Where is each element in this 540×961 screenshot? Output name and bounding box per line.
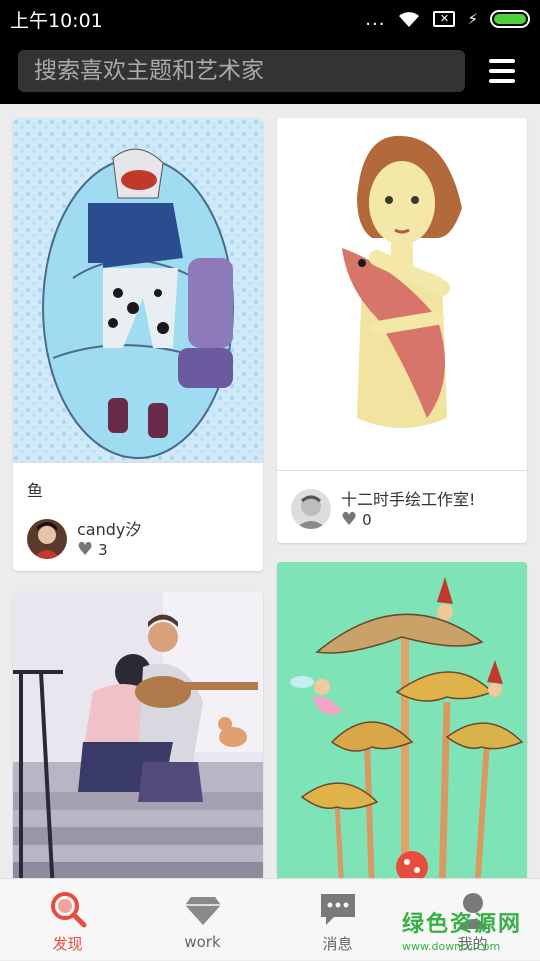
bottom-tab-bar: 发现 work 消息 我的 (0, 878, 540, 960)
search-icon (50, 892, 86, 928)
heart-icon[interactable]: ♥ (341, 511, 357, 529)
tab-label: 发现 (52, 935, 83, 953)
heart-icon[interactable]: ♥ (77, 541, 93, 559)
author-row[interactable]: 十二时手绘工作室! ♥ 0 (291, 489, 513, 529)
battery-icon (490, 10, 530, 28)
artwork-image-fairy-mushrooms[interactable] (277, 562, 527, 878)
likes-count-row[interactable]: ♥ 0 (341, 511, 475, 530)
artwork-image-girl-fish[interactable] (277, 118, 527, 470)
status-icons: ... ✕ ⚡ (365, 9, 530, 30)
wifi-icon (399, 12, 420, 27)
tab-label: 我的 (457, 935, 488, 953)
no-sim-icon: ✕ (433, 11, 456, 27)
artwork-title: 鱼 (27, 481, 44, 500)
diamond-icon (184, 897, 221, 925)
menu-icon[interactable] (486, 55, 518, 87)
artwork-card[interactable] (13, 592, 263, 878)
more-dots-icon: ... (365, 8, 386, 30)
artwork-card[interactable] (277, 562, 527, 878)
artwork-image-fish-boy[interactable] (13, 118, 263, 462)
charging-icon: ⚡ (467, 10, 478, 28)
tab-work[interactable]: work (135, 879, 270, 961)
author-name[interactable]: 十二时手绘工作室! (341, 489, 475, 511)
artwork-card[interactable]: 鱼 candy汐 ♥ 3 (13, 118, 263, 571)
status-time: 上午10:01 (10, 9, 103, 32)
search-input[interactable]: 搜索喜欢主题和艺术家 (18, 50, 465, 92)
artwork-feed[interactable]: 鱼 candy汐 ♥ 3 十二时手绘工作室! ♥ 0 (0, 104, 540, 878)
likes-count-row[interactable]: ♥ 3 (77, 541, 141, 560)
artwork-image-couple-guitar[interactable] (13, 592, 263, 878)
tab-discover[interactable]: 发现 (0, 879, 135, 961)
user-icon (456, 893, 489, 929)
status-bar: 上午10:01 ... ✕ ⚡ (0, 0, 540, 38)
tab-profile[interactable]: 我的 (405, 879, 540, 961)
author-name[interactable]: candy汐 (77, 519, 141, 541)
likes-count: 3 (98, 541, 108, 559)
tab-label: work (184, 933, 221, 951)
tab-messages[interactable]: 消息 (270, 879, 405, 961)
tab-label: 消息 (322, 935, 353, 953)
artwork-card[interactable]: 十二时手绘工作室! ♥ 0 (277, 118, 527, 543)
likes-count: 0 (362, 511, 372, 529)
author-row[interactable]: candy汐 ♥ 3 (27, 519, 249, 559)
avatar[interactable] (27, 519, 67, 559)
message-icon (320, 894, 355, 925)
search-bar: 搜索喜欢主题和艺术家 (0, 38, 540, 104)
avatar[interactable] (291, 489, 331, 529)
